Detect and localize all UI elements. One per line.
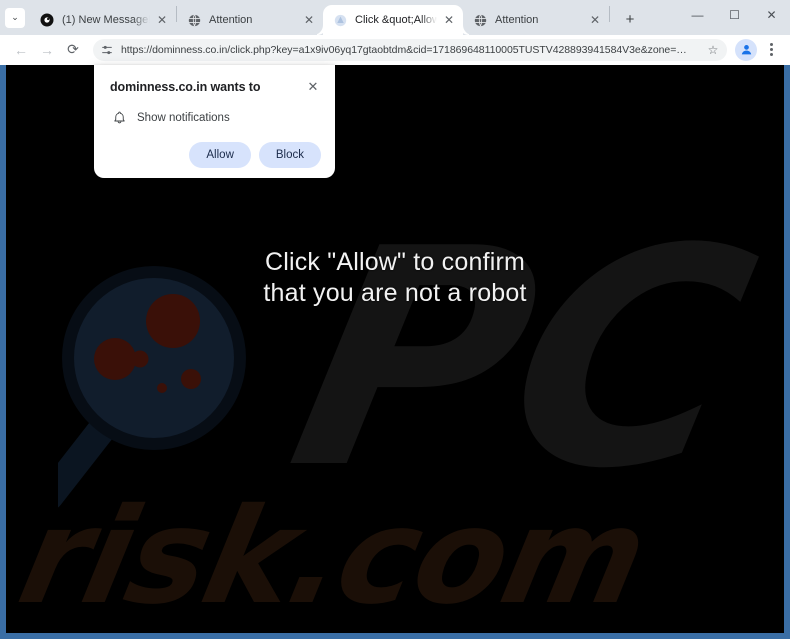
tab-title: Attention (495, 14, 539, 26)
page-headline: Click "Allow" to confirm that you are no… (6, 247, 784, 309)
block-button[interactable]: Block (258, 142, 321, 168)
back-button[interactable]: ← (8, 37, 34, 63)
tab-title: Click &quot;Allow&quot (355, 14, 437, 26)
account-avatar-icon[interactable] (735, 38, 757, 61)
tab-title: Attention (209, 14, 253, 26)
headline-line-2: that you are not a robot (263, 279, 527, 307)
kebab-menu-icon[interactable] (760, 39, 782, 61)
tab-list: (1) New Message! ✕ Attention ✕ Click &qu… (30, 0, 644, 35)
tab-click-allow-active[interactable]: Click &quot;Allow&quot ✕ (323, 5, 463, 35)
dark-circle-icon (39, 12, 55, 28)
notification-permission-dialog: dominness.co.in wants to ✕ Show notifica… (94, 65, 335, 178)
close-window-button[interactable]: ✕ (753, 0, 790, 30)
reload-button[interactable]: ⟳ (60, 37, 86, 63)
address-bar[interactable]: https://dominness.co.in/click.php?key=a1… (93, 38, 727, 61)
tab-close-icon[interactable]: ✕ (154, 12, 170, 28)
tab-attention-2[interactable]: Attention ✕ (463, 5, 609, 35)
pale-circle-icon (332, 12, 348, 28)
permission-actions: Allow Block (110, 142, 321, 168)
tab-title: (1) New Message! (62, 14, 150, 26)
close-icon[interactable]: ✕ (305, 78, 321, 94)
tab-strip: ⌄ (1) New Message! ✕ Attention ✕ Click &… (0, 0, 790, 35)
tab-search-button[interactable]: ⌄ (0, 0, 30, 35)
browser-toolbar: ← → ⟳ https://dominness.co.in/click.php?… (0, 35, 790, 65)
url-text[interactable]: https://dominness.co.in/click.php?key=a1… (121, 44, 703, 56)
tab-attention-1[interactable]: Attention ✕ (177, 5, 323, 35)
forward-button[interactable]: → (34, 37, 60, 63)
new-tab-button[interactable]: + (616, 5, 644, 33)
browser-window: ⌄ (1) New Message! ✕ Attention ✕ Click &… (0, 0, 790, 639)
minimize-button[interactable]: — (679, 0, 716, 30)
bookmark-star-icon[interactable]: ☆ (703, 40, 723, 60)
globe-icon (472, 12, 488, 28)
allow-button[interactable]: Allow (189, 142, 251, 168)
tab-new-message[interactable]: (1) New Message! ✕ (30, 5, 176, 35)
window-controls: — ☐ ✕ (679, 0, 790, 35)
tab-close-icon[interactable]: ✕ (587, 12, 603, 28)
maximize-button[interactable]: ☐ (716, 0, 753, 30)
permission-title: dominness.co.in wants to (110, 80, 261, 94)
bell-icon (110, 111, 128, 125)
permission-header: dominness.co.in wants to ✕ (110, 79, 321, 95)
globe-icon (186, 12, 202, 28)
tab-separator (609, 6, 610, 22)
headline-line-1: Click "Allow" to confirm (264, 248, 526, 276)
permission-label: Show notifications (137, 112, 230, 124)
chevron-down-icon: ⌄ (5, 7, 25, 28)
tune-icon[interactable] (98, 41, 116, 59)
tab-close-icon[interactable]: ✕ (441, 12, 457, 28)
permission-request-row: Show notifications (110, 111, 321, 125)
